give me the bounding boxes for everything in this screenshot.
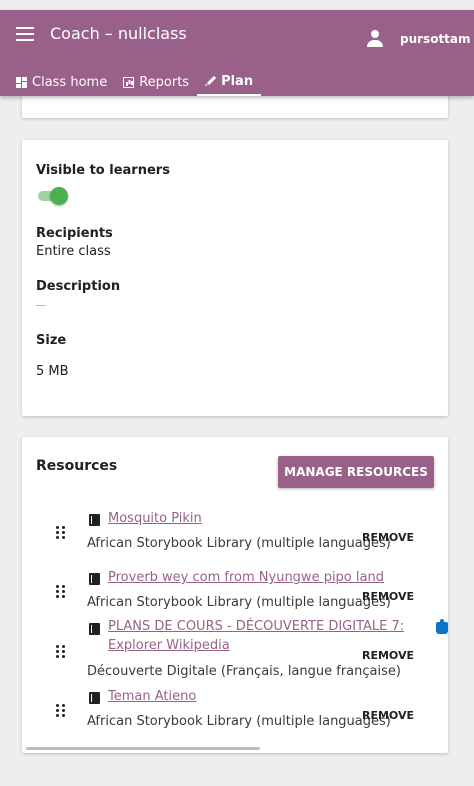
dashboard-icon <box>16 76 27 88</box>
tab-label: Class home <box>32 74 108 90</box>
size-label: Size <box>36 333 67 348</box>
nav-tabs: Class home Reports Plan <box>8 68 262 96</box>
drag-handle-icon[interactable] <box>56 645 66 659</box>
app-title: Coach – nullclass <box>50 24 187 43</box>
book-icon <box>89 623 100 635</box>
resources-card: Resources MANAGE RESOURCES Mosquito Piki… <box>22 437 448 753</box>
resource-source: African Storybook Library (multiple lang… <box>87 536 391 551</box>
book-icon <box>89 692 100 704</box>
drag-handle-icon[interactable] <box>56 585 66 599</box>
remove-button[interactable]: REMOVE <box>362 649 414 662</box>
resource-title-link[interactable]: Teman Atieno <box>108 687 408 706</box>
visible-toggle[interactable] <box>36 187 68 205</box>
size-value: 5 MB <box>36 364 69 379</box>
username[interactable]: pursottam <box>400 32 471 46</box>
resource-title-link[interactable]: Mosquito Pikin <box>108 509 408 528</box>
user-icon[interactable] <box>366 30 384 48</box>
tab-label: Plan <box>221 73 254 89</box>
remove-button[interactable]: REMOVE <box>362 531 414 544</box>
book-icon <box>89 514 100 526</box>
drag-handle-icon[interactable] <box>56 704 66 718</box>
remove-button[interactable]: REMOVE <box>362 590 414 603</box>
description-empty <box>36 305 46 306</box>
recipients-label: Recipients <box>36 226 113 241</box>
tab-plan[interactable]: Plan <box>197 68 262 96</box>
horizontal-scrollbar[interactable] <box>26 747 260 750</box>
tab-label: Reports <box>139 74 190 90</box>
tab-class-home[interactable]: Class home <box>8 68 115 96</box>
resource-source: Découverte Digitale (Français, langue fr… <box>87 664 401 679</box>
resources-title: Resources <box>36 458 118 474</box>
bar-chart-icon <box>123 76 135 88</box>
menu-icon[interactable] <box>16 27 34 41</box>
pencil-icon <box>203 73 219 89</box>
resource-source: African Storybook Library (multiple lang… <box>87 714 391 729</box>
remove-button[interactable]: REMOVE <box>362 709 414 722</box>
resource-title-link[interactable]: Proverb wey com from Nyungwe pipo land <box>108 568 408 587</box>
book-icon <box>89 573 100 585</box>
drag-handle-icon[interactable] <box>56 526 66 540</box>
details-card: Visible to learners Recipients Entire cl… <box>22 140 448 416</box>
recipients-value: Entire class <box>36 244 111 259</box>
coach-content-icon <box>436 619 448 634</box>
resource-source: African Storybook Library (multiple lang… <box>87 595 391 610</box>
description-label: Description <box>36 279 121 294</box>
manage-resources-button[interactable]: MANAGE RESOURCES <box>278 456 434 488</box>
app-bar: Coach – nullclass pursottam Class home R… <box>0 10 474 96</box>
tab-reports[interactable]: Reports <box>115 68 197 96</box>
visible-label: Visible to learners <box>36 163 170 178</box>
